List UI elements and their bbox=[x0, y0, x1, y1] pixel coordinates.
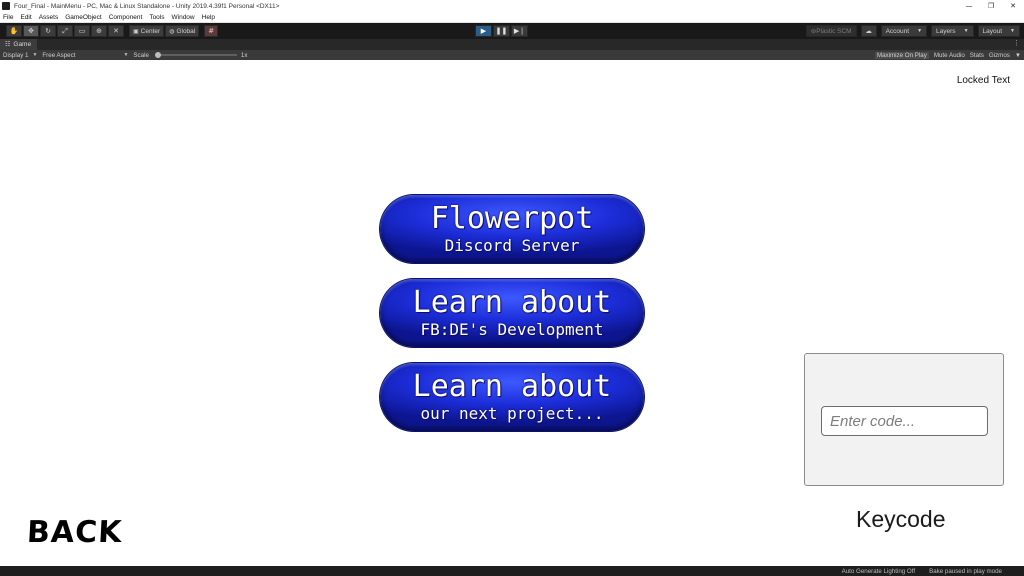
account-dropdown[interactable]: Account ▼ bbox=[880, 25, 928, 37]
hand-tool-icon[interactable]: ✋ bbox=[6, 25, 22, 37]
status-bar: Auto Generate Lighting Off Bake paused i… bbox=[0, 566, 1024, 576]
maximize-on-play-toggle[interactable]: Maximize On Play bbox=[874, 51, 929, 59]
game-control-right: Maximize On Play Mute Audio Stats Gizmos… bbox=[870, 50, 1021, 60]
chevron-down-icon: ▼ bbox=[1010, 28, 1015, 34]
menu-file[interactable]: File bbox=[3, 14, 13, 21]
lighting-status: Auto Generate Lighting Off bbox=[841, 567, 916, 575]
grid-snap-icon[interactable]: # bbox=[204, 25, 219, 37]
mute-audio-toggle[interactable]: Mute Audio bbox=[934, 52, 965, 59]
custom-tool-icon[interactable]: ✕ bbox=[108, 25, 124, 37]
discord-server-button[interactable]: Flowerpot Discord Server bbox=[380, 195, 644, 263]
step-icon[interactable]: ▶❘ bbox=[511, 25, 528, 37]
window-titlebar: Four_Final - MainMenu - PC, Mac & Linux … bbox=[0, 0, 1024, 12]
scale-control: Scale 1x bbox=[133, 52, 247, 59]
keycode-label: Keycode bbox=[856, 506, 946, 532]
button-title: Learn about bbox=[412, 284, 612, 320]
pivot-center-button[interactable]: ▣ Center bbox=[129, 25, 165, 37]
plastic-scm-button[interactable]: ⊚ Plastic SCM bbox=[805, 25, 857, 37]
tab-game-label: Game bbox=[13, 41, 32, 48]
button-title: Learn about bbox=[412, 368, 612, 404]
display-label: Display 1 bbox=[3, 51, 29, 59]
cloud-icon[interactable]: ☁ bbox=[860, 25, 877, 37]
back-button[interactable]: BACK bbox=[26, 515, 123, 550]
layout-dropdown[interactable]: Layout ▼ bbox=[977, 25, 1020, 37]
rotate-tool-icon[interactable]: ↻ bbox=[40, 25, 56, 37]
gizmos-dropdown-icon[interactable]: ▼ bbox=[1015, 52, 1021, 59]
menu-window[interactable]: Window bbox=[172, 14, 195, 21]
layers-dropdown[interactable]: Layers ▼ bbox=[931, 25, 974, 37]
close-icon[interactable]: ✕ bbox=[1002, 0, 1024, 12]
scale-slider[interactable] bbox=[154, 52, 237, 58]
pivot-label: Center bbox=[140, 27, 161, 35]
toolbar-right: ⊚ Plastic SCM ☁ Account ▼ Layers ▼ Layout ▼ bbox=[802, 25, 1020, 37]
pivot-controls: ▣ Center ◍ Global # bbox=[129, 25, 219, 37]
menu-help[interactable]: Help bbox=[202, 14, 215, 21]
scale-value: 1x bbox=[240, 51, 248, 59]
menu-gameobject[interactable]: GameObject bbox=[65, 14, 102, 21]
menu-assets[interactable]: Assets bbox=[39, 14, 59, 21]
aspect-label: Free Aspect bbox=[42, 51, 76, 59]
stats-toggle[interactable]: Stats bbox=[970, 52, 984, 59]
button-subtitle: FB:DE's Development bbox=[420, 319, 604, 339]
development-info-button[interactable]: Learn about FB:DE's Development bbox=[380, 279, 644, 347]
playmode-controls: ▶ ❚❚ ▶❘ bbox=[475, 25, 529, 37]
plastic-label: Plastic SCM bbox=[816, 27, 852, 35]
layout-label: Layout bbox=[982, 27, 1003, 35]
move-tool-icon[interactable]: ✥ bbox=[23, 25, 39, 37]
game-view: Locked Text Flowerpot Discord Server Lea… bbox=[0, 60, 1024, 566]
code-panel bbox=[804, 353, 1004, 486]
scale-slider-knob[interactable] bbox=[154, 52, 161, 58]
button-title: Flowerpot bbox=[430, 200, 594, 236]
scale-label: Scale bbox=[133, 51, 149, 59]
play-icon[interactable]: ▶ bbox=[475, 25, 492, 37]
aspect-dropdown[interactable]: Free Aspect ▼ bbox=[42, 52, 128, 59]
globe-icon: ◍ bbox=[169, 28, 175, 35]
bake-status: Bake paused in play mode bbox=[929, 567, 1002, 575]
scale-tool-icon[interactable]: ⤢ bbox=[57, 25, 73, 37]
gizmos-toggle[interactable]: Gizmos bbox=[989, 52, 1010, 59]
menu-bar: File Edit Assets GameObject Component To… bbox=[0, 12, 1024, 23]
rect-tool-icon[interactable]: ▭ bbox=[74, 25, 90, 37]
unity-logo-icon bbox=[2, 2, 10, 10]
display-dropdown[interactable]: Display 1 ▼ bbox=[3, 52, 37, 59]
menu-edit[interactable]: Edit bbox=[20, 14, 31, 21]
transform-tool-icon[interactable]: ⊕ bbox=[91, 25, 107, 37]
button-subtitle: Discord Server bbox=[444, 235, 580, 255]
main-toolbar: ✋ ✥ ↻ ⤢ ▭ ⊕ ✕ ▣ Center ◍ Global # ▶ ❚❚ ▶❘ … bbox=[0, 23, 1024, 39]
minimize-icon[interactable]: — bbox=[958, 0, 980, 12]
chevron-down-icon: ▼ bbox=[123, 52, 129, 58]
game-control-bar: Display 1 ▼ Free Aspect ▼ Scale 1x Maximiz… bbox=[0, 50, 1024, 60]
game-tab-bar: ☷ Game ⋮ bbox=[0, 39, 1024, 50]
space-label: Global bbox=[176, 27, 196, 35]
chevron-down-icon: ▼ bbox=[963, 28, 969, 34]
chevron-down-icon: ▼ bbox=[32, 52, 38, 58]
account-label: Account bbox=[885, 27, 910, 35]
gamepad-icon: ☷ bbox=[5, 42, 11, 48]
tab-game[interactable]: ☷ Game bbox=[0, 39, 38, 50]
code-input[interactable] bbox=[821, 406, 988, 436]
transform-tools: ✋ ✥ ↻ ⤢ ▭ ⊕ ✕ bbox=[6, 25, 125, 37]
chevron-down-icon: ▼ bbox=[917, 28, 923, 34]
layers-label: Layers bbox=[936, 27, 956, 35]
pivot-global-button[interactable]: ◍ Global bbox=[165, 25, 200, 37]
locked-text: Locked Text bbox=[956, 75, 1010, 86]
menu-tools[interactable]: Tools bbox=[149, 14, 164, 21]
kebab-menu-icon[interactable]: ⋮ bbox=[1013, 39, 1020, 47]
window-title: Four_Final - MainMenu - PC, Mac & Linux … bbox=[14, 2, 280, 10]
next-project-button[interactable]: Learn about our next project... bbox=[380, 363, 644, 431]
window-controls: — ❐ ✕ bbox=[958, 0, 1024, 12]
button-subtitle: our next project... bbox=[420, 403, 604, 423]
menu-component[interactable]: Component bbox=[109, 14, 143, 21]
restore-icon[interactable]: ❐ bbox=[980, 0, 1002, 12]
pause-icon[interactable]: ❚❚ bbox=[493, 25, 510, 37]
pivot-icon: ▣ bbox=[133, 28, 139, 35]
